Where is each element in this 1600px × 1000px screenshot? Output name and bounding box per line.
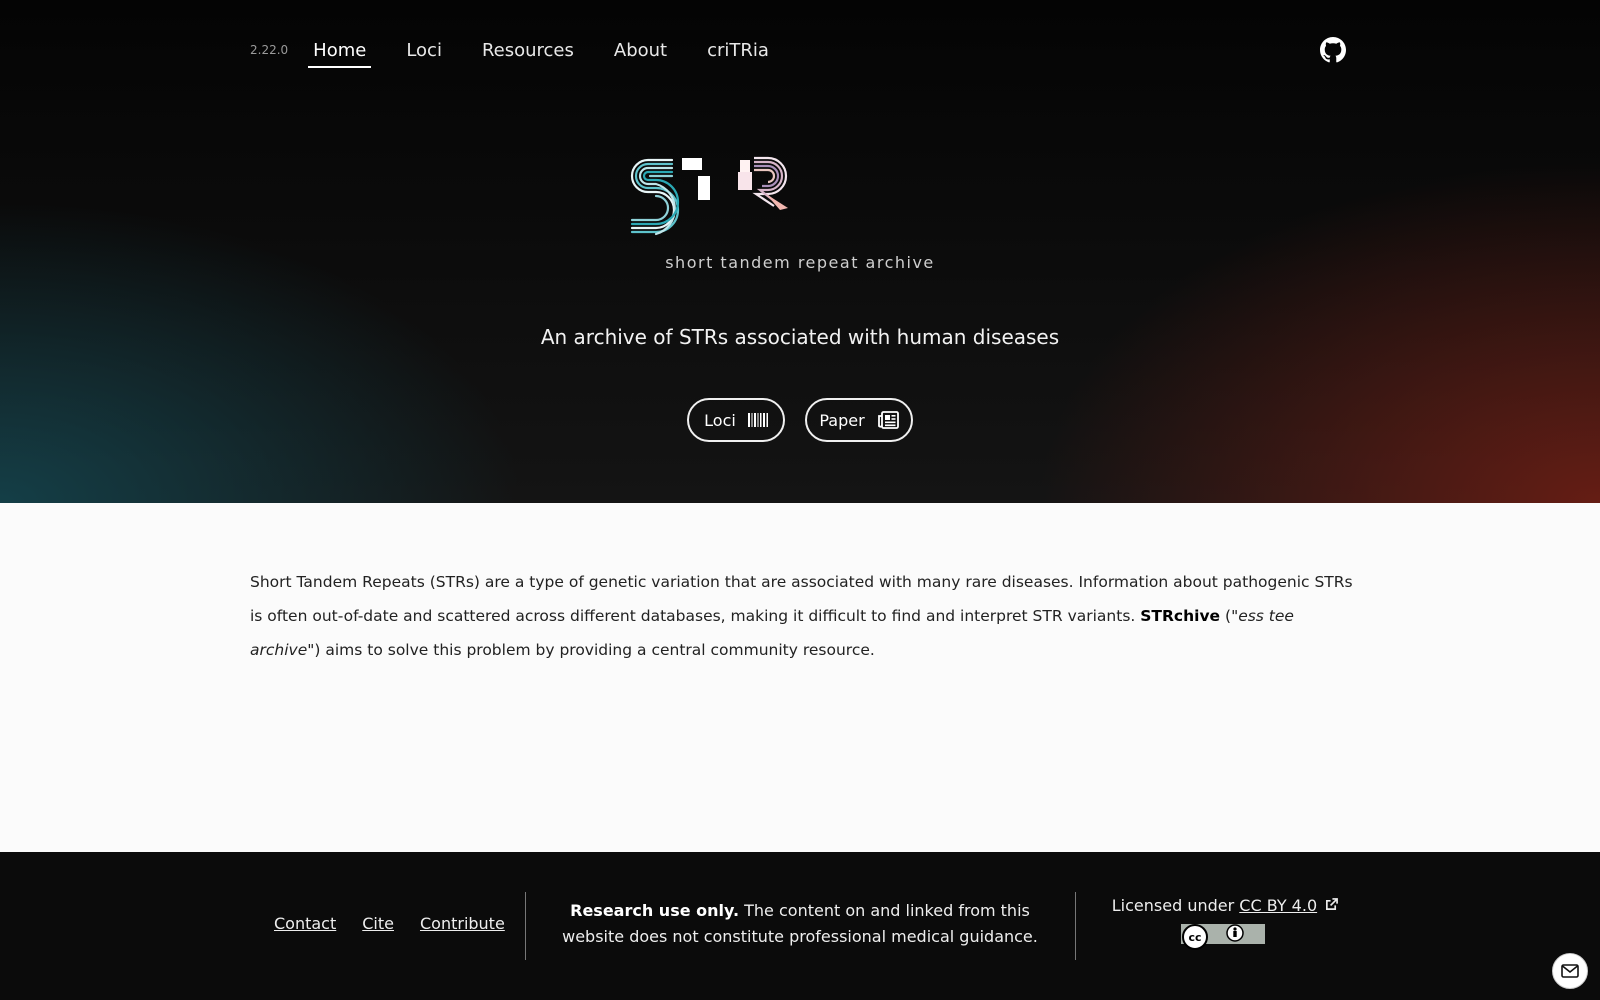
license-info: Licensed under CC BY 4.0: [1100, 896, 1350, 915]
paper-button-label: Paper: [819, 410, 865, 430]
footer-divider: [1075, 892, 1076, 960]
contact-link[interactable]: Contact: [274, 914, 336, 933]
github-icon[interactable]: [1320, 37, 1346, 63]
hero-banner: 2.22.0 Home Loci Resources About criTRia…: [0, 0, 1600, 503]
nav-home[interactable]: Home: [308, 34, 372, 68]
brand-name: STRchive: [1140, 607, 1221, 625]
cite-link[interactable]: Cite: [362, 914, 394, 933]
footer-links: Contact Cite Contribute: [274, 914, 505, 933]
license-link[interactable]: CC BY 4.0: [1239, 896, 1317, 915]
barcode-icon: [747, 413, 768, 427]
svg-text:cc: cc: [1188, 931, 1201, 944]
license-prefix: Licensed under: [1111, 896, 1240, 915]
cc-by-badge-icon[interactable]: cc: [1181, 924, 1265, 952]
intro-text-2: ) aims to solve this problem by providin…: [314, 641, 875, 659]
paper-button[interactable]: Paper: [805, 398, 913, 442]
feedback-mail-button[interactable]: [1552, 953, 1588, 989]
version-label: 2.22.0: [250, 43, 289, 57]
site-footer: Contact Cite Contribute Research use onl…: [0, 852, 1600, 1000]
nav-about[interactable]: About: [609, 34, 672, 67]
loci-button-label: Loci: [704, 410, 736, 430]
loci-button[interactable]: Loci: [687, 398, 785, 442]
disclaimer: Research use only. The content on and li…: [540, 898, 1060, 950]
hero-subtitle: An archive of STRs associated with human…: [540, 325, 1060, 349]
disclaimer-bold: Research use only.: [570, 901, 740, 920]
nav-criteria[interactable]: criTRia: [702, 34, 774, 67]
mail-icon: [1561, 964, 1579, 978]
newspaper-icon: [877, 411, 899, 429]
top-nav: 2.22.0 Home Loci Resources About criTRia: [250, 30, 804, 70]
str-logo: [630, 156, 788, 236]
tagline: short tandem repeat archive: [665, 253, 935, 272]
intro-paren: (: [1220, 607, 1232, 625]
footer-divider: [525, 892, 526, 960]
nav-resources[interactable]: Resources: [477, 34, 579, 67]
external-link-icon[interactable]: [1325, 898, 1339, 911]
nav-loci[interactable]: Loci: [401, 34, 447, 67]
contribute-link[interactable]: Contribute: [420, 914, 505, 933]
intro-paragraph: Short Tandem Repeats (STRs) are a type o…: [250, 565, 1354, 667]
